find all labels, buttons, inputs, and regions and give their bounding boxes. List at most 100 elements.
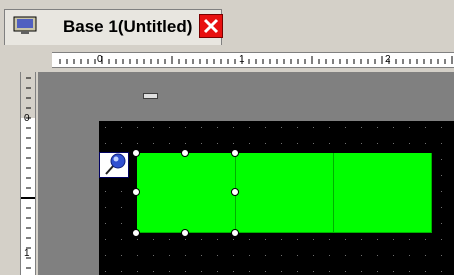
grid-dot <box>345 143 346 144</box>
grid-dot <box>217 143 218 144</box>
grid-dot <box>361 255 362 256</box>
grid-dot <box>329 255 330 256</box>
grid-dot <box>233 271 234 272</box>
grid-dot <box>249 143 250 144</box>
grid-dot <box>249 271 250 272</box>
grid-dot <box>265 127 266 128</box>
grid-dot <box>393 271 394 272</box>
grid-dot <box>441 271 442 272</box>
vertical-ruler-label-0: 0 <box>24 113 30 124</box>
pin-icon[interactable] <box>99 152 129 178</box>
grid-dot <box>297 255 298 256</box>
resize-handle-top[interactable] <box>181 149 189 157</box>
close-icon[interactable] <box>199 14 223 38</box>
grid-dot <box>377 271 378 272</box>
grid-dot <box>425 239 426 240</box>
grid-dot <box>441 159 442 160</box>
grid-dot <box>361 271 362 272</box>
grid-dot <box>233 127 234 128</box>
horizontal-ruler: 0 1 2 <box>52 52 454 68</box>
resize-handle-right[interactable] <box>231 188 239 196</box>
horizontal-ruler-label-2: 2 <box>385 54 391 65</box>
grid-dot <box>137 255 138 256</box>
grid-dot <box>121 191 122 192</box>
grid-dot <box>121 207 122 208</box>
green-part-1[interactable] <box>137 153 236 233</box>
resize-handle-top-right[interactable] <box>231 149 239 157</box>
grid-dot <box>441 143 442 144</box>
grid-dot <box>409 271 410 272</box>
grid-dot <box>329 127 330 128</box>
grid-dot <box>217 239 218 240</box>
grid-dot <box>441 255 442 256</box>
grid-dot <box>313 271 314 272</box>
grid-dot <box>441 127 442 128</box>
grid-dot <box>345 239 346 240</box>
grid-dot <box>281 239 282 240</box>
small-shape[interactable] <box>143 93 158 99</box>
grid-dot <box>201 127 202 128</box>
grid-dot <box>105 143 106 144</box>
resize-handle-bottom-left[interactable] <box>132 229 140 237</box>
grid-dot <box>281 127 282 128</box>
resize-handle-left[interactable] <box>132 188 140 196</box>
resize-handle-bottom-right[interactable] <box>231 229 239 237</box>
grid-dot <box>169 127 170 128</box>
green-part-2[interactable] <box>236 153 334 233</box>
vertical-ruler-ticks <box>21 77 35 269</box>
grid-dot <box>313 143 314 144</box>
grid-dot <box>441 239 442 240</box>
ruler-corner <box>20 52 50 68</box>
grid-dot <box>329 271 330 272</box>
grid-dot <box>217 255 218 256</box>
grid-dot <box>345 127 346 128</box>
grid-dot <box>281 271 282 272</box>
grid-dot <box>441 175 442 176</box>
grid-dot <box>121 239 122 240</box>
grid-dot <box>169 271 170 272</box>
grid-dot <box>313 127 314 128</box>
grid-dot <box>297 127 298 128</box>
grid-dot <box>137 143 138 144</box>
grid-dot <box>377 143 378 144</box>
grid-dot <box>297 239 298 240</box>
green-part-3[interactable] <box>334 153 432 233</box>
grid-dot <box>425 143 426 144</box>
grid-dot <box>345 271 346 272</box>
grid-dot <box>105 239 106 240</box>
grid-dot <box>441 207 442 208</box>
grid-dot <box>153 239 154 240</box>
grid-dot <box>169 239 170 240</box>
tab-base-1[interactable]: Base 1(Untitled) <box>4 9 223 45</box>
grid-dot <box>201 239 202 240</box>
grid-dot <box>409 127 410 128</box>
grid-dot <box>377 239 378 240</box>
grid-dot <box>185 255 186 256</box>
grid-dot <box>393 143 394 144</box>
grid-dot <box>153 127 154 128</box>
grid-dot <box>233 239 234 240</box>
grid-dot <box>441 223 442 224</box>
grid-dot <box>169 255 170 256</box>
grid-dot <box>393 127 394 128</box>
grid-dot <box>313 239 314 240</box>
grid-dot <box>409 255 410 256</box>
grid-dot <box>121 271 122 272</box>
resize-handle-top-left[interactable] <box>132 149 140 157</box>
grid-dot <box>329 143 330 144</box>
vertical-ruler-label-1: 1 <box>24 248 30 259</box>
resize-handle-bottom[interactable] <box>181 229 189 237</box>
grid-dot <box>393 239 394 240</box>
grid-dot <box>313 255 314 256</box>
grid-dot <box>137 127 138 128</box>
grid-dot <box>377 127 378 128</box>
screen-icon <box>13 16 37 36</box>
grid-dot <box>105 207 106 208</box>
grid-dot <box>217 271 218 272</box>
vertical-ruler: 0 1 <box>20 72 36 275</box>
grid-dot <box>201 271 202 272</box>
grid-dot <box>185 239 186 240</box>
horizontal-ruler-label-1: 1 <box>239 54 245 65</box>
grid-dot <box>281 255 282 256</box>
grid-dot <box>185 127 186 128</box>
